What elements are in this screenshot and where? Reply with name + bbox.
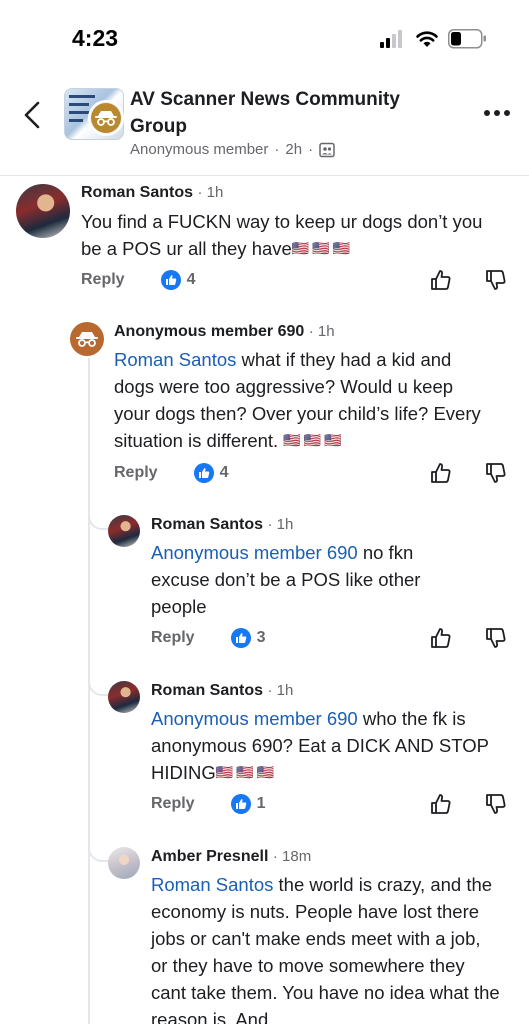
status-icons: [380, 29, 486, 49]
group-members-icon: [319, 142, 335, 157]
downvote-icon[interactable]: [484, 461, 508, 485]
incognito-icon: [95, 111, 117, 126]
comment-body: You find a FUCKN way to keep ur dogs don…: [81, 211, 483, 259]
comment-actions: Reply 4: [114, 461, 228, 485]
anonymous-avatar: [88, 100, 124, 136]
avatar[interactable]: [108, 681, 140, 713]
downvote-icon[interactable]: [484, 626, 508, 650]
comment-author[interactable]: Roman Santos: [151, 516, 263, 533]
comment-header: Roman Santos · 1h: [81, 184, 223, 202]
post-meta: Anonymous member · 2h ·: [130, 141, 335, 158]
comment-author[interactable]: Roman Santos: [81, 184, 193, 201]
reply-button[interactable]: Reply: [114, 464, 158, 482]
avatar[interactable]: [108, 847, 140, 879]
avatar[interactable]: [108, 515, 140, 547]
comment-reply: Anonymous member 690 · 1h Roman Santos w…: [0, 318, 529, 488]
wifi-icon: [416, 31, 438, 47]
comment-body: the world is crazy, and the economy is n…: [151, 874, 500, 1024]
like-reaction-icon[interactable]: [230, 628, 251, 648]
reply-button[interactable]: Reply: [81, 271, 125, 289]
comment-time: · 1h: [197, 184, 224, 201]
comment-time: · 1h: [308, 323, 335, 340]
upvote-icon[interactable]: [429, 461, 453, 485]
like-count: 4: [219, 464, 229, 481]
comment-time: · 1h: [267, 516, 294, 533]
like-reaction-icon[interactable]: [160, 270, 181, 290]
post-header: AV Scanner News Community Group Anonymou…: [0, 80, 529, 176]
avatar[interactable]: [70, 322, 104, 356]
flag-emojis: 🇺🇸🇺🇸🇺🇸: [215, 764, 278, 780]
upvote-icon[interactable]: [429, 792, 453, 816]
mention-link[interactable]: Roman Santos: [151, 874, 273, 895]
more-options-icon[interactable]: [482, 107, 512, 119]
like-count: 3: [256, 629, 266, 646]
comment-author[interactable]: Anonymous member 690: [114, 323, 304, 340]
status-bar: 4:23: [0, 0, 529, 80]
cellular-signal-icon: [380, 30, 402, 48]
comment-header: Roman Santos · 1h: [151, 516, 293, 534]
comment-header: Anonymous member 690 · 1h: [114, 323, 335, 341]
comment-text: You find a FUCKN way to keep ur dogs don…: [81, 208, 491, 262]
comment-author[interactable]: Roman Santos: [151, 682, 263, 699]
comment-text: Anonymous member 690 who the fk is anony…: [151, 705, 496, 786]
like-reaction-icon[interactable]: [193, 463, 214, 483]
mention-link[interactable]: Anonymous member 690: [151, 542, 358, 563]
comment-actions: Reply 4: [81, 268, 195, 292]
upvote-icon[interactable]: [429, 268, 453, 292]
comment-actions: Reply 3: [151, 626, 265, 650]
comment-header: Amber Presnell · 18m: [151, 848, 311, 866]
meta-separator: ·: [274, 141, 280, 158]
comment-reply: Roman Santos · 1h Anonymous member 690 w…: [0, 678, 529, 818]
mention-link[interactable]: Anonymous member 690: [151, 708, 358, 729]
incognito-icon: [76, 332, 98, 347]
comment-author[interactable]: Amber Presnell: [151, 848, 268, 865]
post-age: 2h: [285, 141, 303, 158]
comment-text: Roman Santos the world is crazy, and the…: [151, 871, 501, 1024]
comment-reply: Roman Santos · 1h Anonymous member 690 n…: [0, 512, 529, 652]
comment-text: Anonymous member 690 no fkn excuse don’t…: [151, 539, 471, 620]
flag-emojis: 🇺🇸🇺🇸🇺🇸: [283, 432, 345, 448]
like-count: 1: [256, 795, 266, 812]
comment-time: · 18m: [272, 848, 312, 865]
comment-text: Roman Santos what if they had a kid and …: [114, 346, 494, 454]
mention-link[interactable]: Roman Santos: [114, 349, 236, 370]
comment-time: · 1h: [267, 682, 294, 699]
comment-actions: Reply 1: [151, 792, 265, 816]
reply-button[interactable]: Reply: [151, 629, 195, 647]
downvote-icon[interactable]: [484, 268, 508, 292]
flag-emojis: 🇺🇸🇺🇸🇺🇸: [291, 240, 354, 256]
avatar[interactable]: [16, 184, 70, 238]
back-arrow-icon[interactable]: [20, 100, 44, 130]
status-time: 4:23: [72, 25, 119, 51]
comment-header: Roman Santos · 1h: [151, 682, 293, 700]
reply-button[interactable]: Reply: [151, 795, 195, 813]
downvote-icon[interactable]: [484, 792, 508, 816]
poster-name: Anonymous member: [130, 141, 269, 158]
meta-separator: ·: [308, 141, 314, 158]
battery-icon: [448, 29, 486, 49]
like-reaction-icon[interactable]: [230, 794, 251, 814]
upvote-icon[interactable]: [429, 626, 453, 650]
like-count: 4: [186, 271, 196, 288]
comment-reply: Amber Presnell · 18m Roman Santos the wo…: [0, 844, 529, 1024]
group-name[interactable]: AV Scanner News Community Group: [130, 86, 450, 140]
comment: Roman Santos · 1h You find a FUCKN way t…: [0, 176, 529, 306]
